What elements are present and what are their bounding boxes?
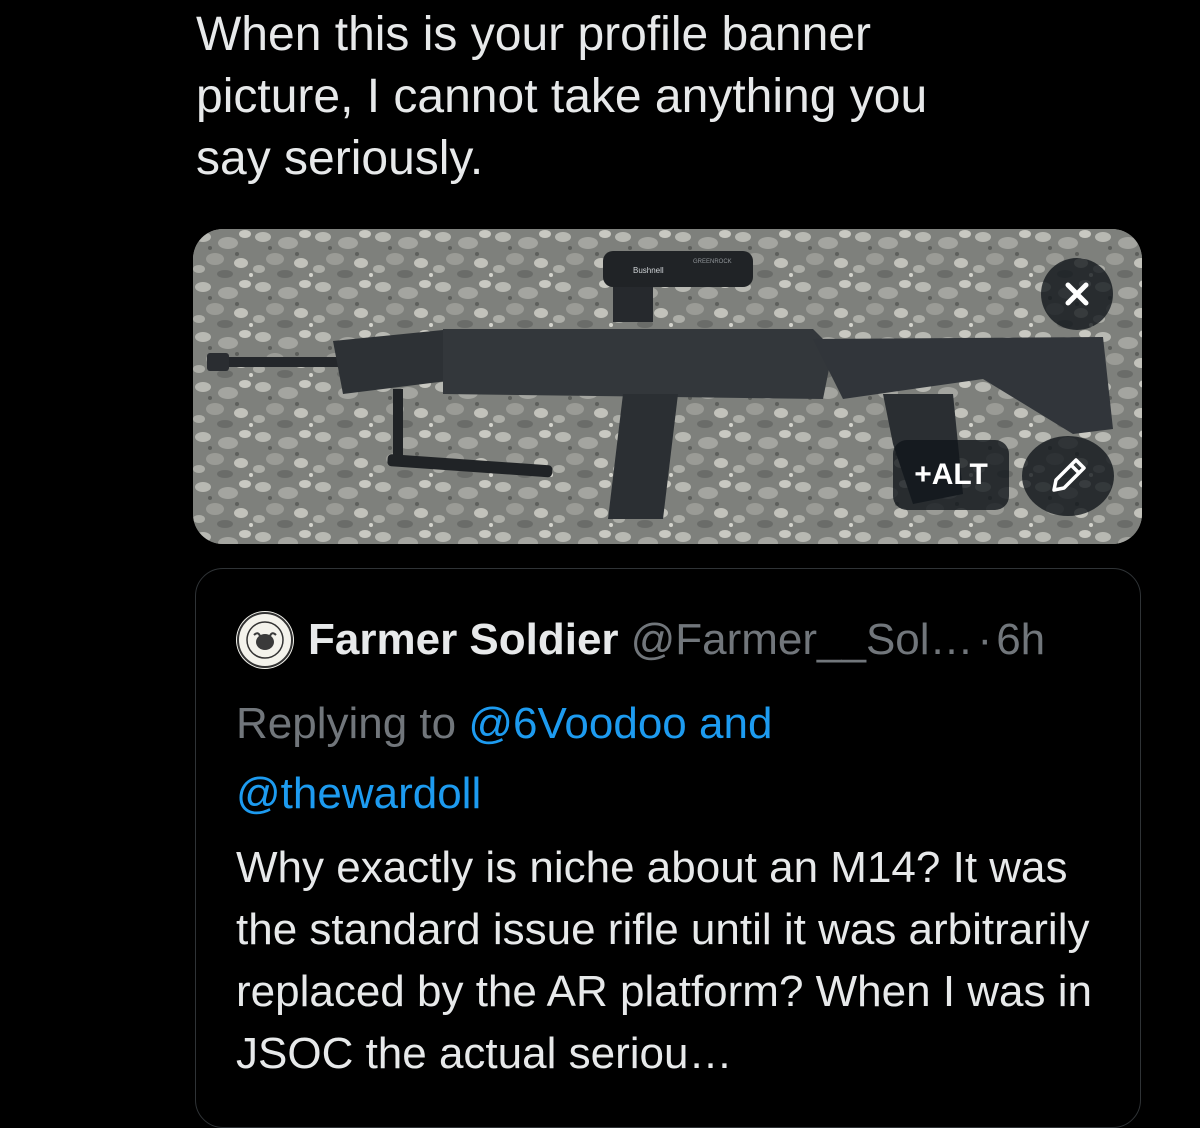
avatar bbox=[236, 611, 294, 669]
user-handle[interactable]: @Farmer__Sol… bbox=[631, 615, 974, 665]
mention-thewardoll[interactable]: @thewardoll bbox=[236, 769, 481, 818]
remove-image-button[interactable] bbox=[1041, 258, 1113, 330]
scope-brand-text: Bushnell bbox=[633, 266, 664, 275]
quoted-tweet-header: Farmer Soldier @Farmer__Sol… · 6h bbox=[236, 611, 1045, 669]
quoted-tweet[interactable]: Farmer Soldier @Farmer__Sol… · 6h Replyi… bbox=[195, 568, 1141, 1128]
close-icon bbox=[1065, 282, 1089, 306]
replying-to: Replying to @6Voodoo and @thewardoll bbox=[236, 689, 1116, 829]
farmer-soldier-logo-icon bbox=[237, 612, 293, 668]
mention-and: and bbox=[686, 699, 773, 748]
mention-6voodoo[interactable]: @6Voodoo bbox=[468, 699, 686, 748]
add-alt-text-button[interactable]: +ALT bbox=[893, 440, 1009, 510]
display-name[interactable]: Farmer Soldier bbox=[308, 615, 619, 665]
scope-brand2-text: GREENROCK bbox=[693, 259, 732, 265]
quoted-tweet-text: Why exactly is niche about an M14? It wa… bbox=[236, 843, 1092, 1078]
separator-dot: · bbox=[977, 615, 993, 664]
attached-image[interactable]: Bushnell GREENROCK +ALT bbox=[193, 229, 1142, 544]
edit-image-button[interactable] bbox=[1022, 436, 1114, 516]
replying-to-label: Replying to bbox=[236, 699, 469, 748]
pencil-icon bbox=[1052, 458, 1086, 492]
compose-tweet-text[interactable]: When this is your profile banner picture… bbox=[196, 4, 1156, 190]
timestamp[interactable]: 6h bbox=[996, 615, 1045, 665]
